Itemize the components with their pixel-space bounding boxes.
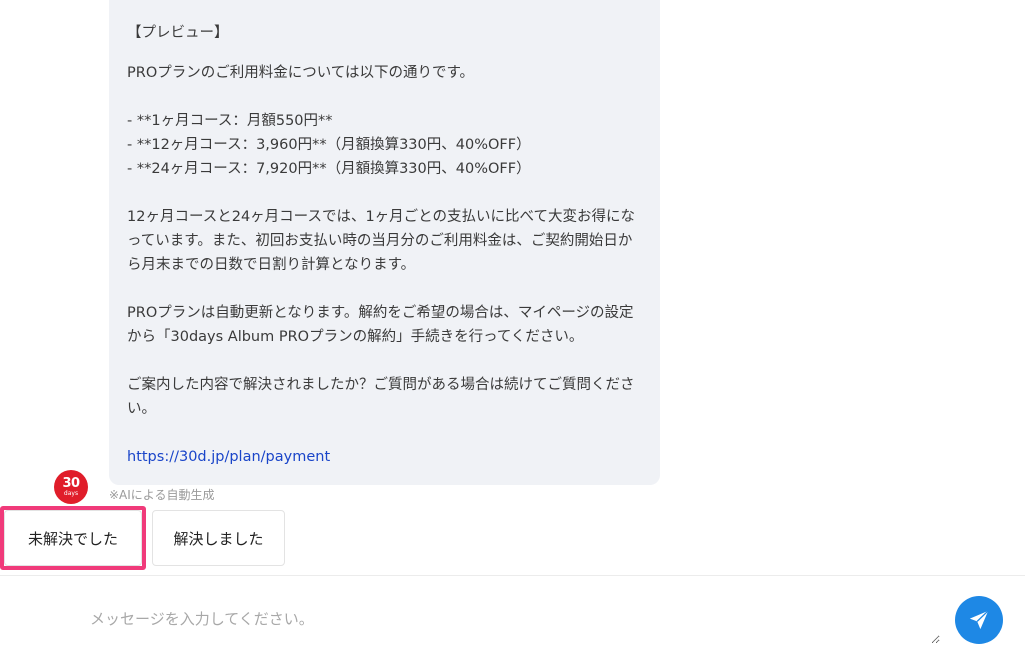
plan-item: - **1ヶ月コース：月額550円**: [127, 113, 333, 129]
logo-text: days: [63, 490, 79, 497]
message-title: 【プレビュー】: [127, 25, 229, 41]
ai-generated-note: ※AIによる自動生成: [109, 488, 215, 502]
payment-link[interactable]: https://30d.jp/plan/payment: [127, 449, 330, 465]
message-question-paragraph: ご案内した内容で解決されましたか？ご質問がある場合は続けてご質問ください。: [127, 377, 635, 417]
plan-item: - **12ヶ月コース：3,960円**（月額換算330円、40%OFF）: [127, 137, 531, 153]
send-button[interactable]: [955, 596, 1003, 644]
resolved-button[interactable]: 解決しました: [152, 510, 285, 566]
message-intro: PROプランのご利用料金については以下の通りです。: [127, 65, 475, 81]
plan-item: - **24ヶ月コース：7,920円**（月額換算330円、40%OFF）: [127, 161, 531, 177]
bot-message-bubble: 【プレビュー】 PROプランのご利用料金については以下の通りです。 - **1ヶ…: [109, 0, 660, 485]
send-icon: [969, 610, 989, 630]
divider: [0, 575, 1025, 576]
chat-page: 【プレビュー】 PROプランのご利用料金については以下の通りです。 - **1ヶ…: [0, 0, 1025, 652]
unresolved-button[interactable]: 未解決でした: [4, 510, 142, 566]
message-discount-paragraph: 12ヶ月コースと24ヶ月コースでは、1ヶ月ごとの支払いに比べて大変お得になってい…: [127, 209, 635, 273]
message-input[interactable]: [80, 600, 940, 644]
logo-number: 30: [62, 476, 80, 491]
message-renewal-paragraph: PROプランは自動更新となります。解約をご希望の場合は、マイページの設定から「3…: [127, 305, 634, 345]
bot-avatar-logo: 30 days: [54, 470, 88, 504]
